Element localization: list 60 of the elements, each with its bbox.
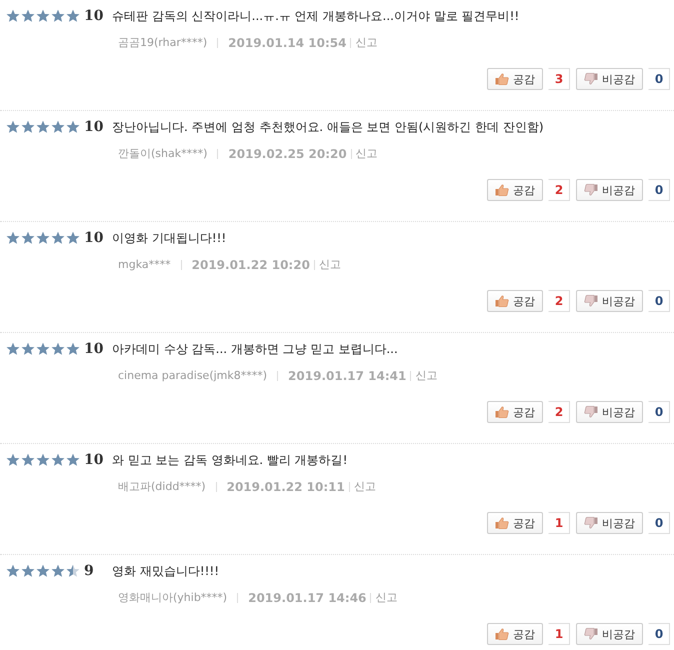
- thumbs-down-icon: [584, 628, 598, 640]
- author-name: mgka****: [118, 258, 171, 271]
- dislike-button[interactable]: 비공감: [576, 290, 643, 312]
- dislike-count: 0: [648, 179, 670, 201]
- thumbs-down-icon: [584, 295, 598, 307]
- review-date: 2019.01.17 14:46: [248, 590, 366, 604]
- author-name: 깐돌이(shak****): [118, 146, 208, 161]
- thumbs-up-icon: [495, 184, 509, 196]
- review-date: 2019.01.22 10:11: [226, 480, 345, 494]
- review-date: 2019.01.22 10:20: [192, 258, 310, 272]
- thumbs-down-icon: [584, 73, 598, 85]
- review-date: 2019.01.14 10:54: [228, 36, 346, 50]
- like-button[interactable]: 공감: [487, 401, 543, 423]
- rating-score: 10: [84, 341, 104, 357]
- rating-score: 10: [84, 119, 104, 135]
- rating-score: 10: [84, 230, 104, 246]
- thumbs-up-icon: [495, 517, 509, 529]
- like-count: 2: [548, 290, 570, 312]
- thumbs-down-icon: [584, 184, 598, 196]
- rating-score: 9: [84, 563, 95, 579]
- like-button[interactable]: 공감: [487, 290, 543, 312]
- review-text: 와 믿고 보는 감독 영화네요. 빨리 개봉하길!: [112, 452, 348, 468]
- like-button[interactable]: 공감: [487, 512, 543, 534]
- review-date: 2019.01.17 14:41: [288, 368, 406, 382]
- thumbs-up-icon: [495, 406, 509, 418]
- thumbs-down-icon: [584, 406, 598, 418]
- thumbs-up-icon: [495, 295, 509, 307]
- rating-score: 10: [84, 452, 104, 468]
- dislike-count: 0: [648, 401, 670, 423]
- dislike-button[interactable]: 비공감: [576, 68, 643, 90]
- dislike-count: 0: [648, 623, 670, 645]
- thumbs-up-icon: [495, 628, 509, 640]
- thumbs-down-icon: [584, 517, 598, 529]
- like-count: 1: [548, 623, 570, 645]
- author-name: cinema paradise(jmk8****): [118, 369, 268, 382]
- like-count: 2: [548, 179, 570, 201]
- author-name: 곰곰19(rhar****): [118, 35, 208, 50]
- like-count: 3: [548, 68, 570, 90]
- like-button[interactable]: 공감: [487, 179, 543, 201]
- review-text: 영화 재밌습니다!!!!: [112, 562, 220, 580]
- review-text: 아카데미 수상 감독... 개봉하면 그냥 믿고 보렵니다...: [112, 340, 398, 358]
- review-date: 2019.02.25 20:20: [228, 146, 347, 160]
- review-text: 이영화 기대됩니다!!!: [112, 230, 226, 246]
- dislike-button[interactable]: 비공감: [576, 623, 643, 645]
- dislike-button[interactable]: 비공감: [576, 401, 643, 423]
- dislike-button[interactable]: 비공감: [576, 179, 643, 201]
- author-name: 영화매니아(yhib****): [118, 590, 228, 605]
- rating-score: 10: [84, 8, 104, 24]
- dislike-count: 0: [648, 68, 670, 90]
- author-name: 배고파(didd****): [118, 479, 206, 494]
- review-text: 슈테판 감독의 신작이라니...ㅠ.ㅠ 언제 개봉하나요...이거야 말로 필견무비!!: [112, 8, 520, 24]
- like-button[interactable]: 공감: [487, 623, 543, 645]
- dislike-count: 0: [648, 290, 670, 312]
- dislike-button[interactable]: 비공감: [576, 512, 643, 534]
- thumbs-up-icon: [495, 73, 509, 85]
- like-count: 1: [548, 512, 570, 534]
- dislike-count: 0: [648, 512, 670, 534]
- review-text: 장난아닙니다. 주변에 엄청 추천했어요. 애들은 보면 안됨(시원하긴 한데 잔인함): [112, 118, 544, 136]
- like-count: 2: [548, 401, 570, 423]
- like-button[interactable]: 공감: [487, 68, 543, 90]
